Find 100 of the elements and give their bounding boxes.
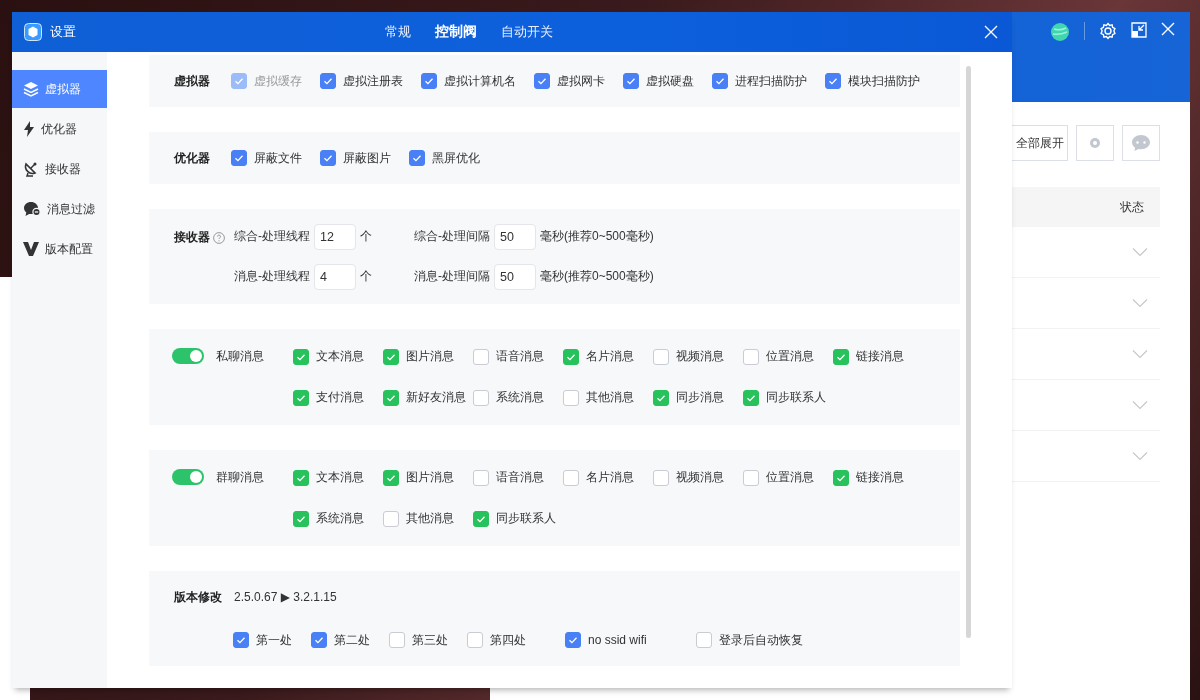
checkbox[interactable] bbox=[743, 389, 759, 406]
checkbox-option[interactable]: 其他消息 bbox=[563, 389, 653, 406]
sidebar-item[interactable]: 接收器 bbox=[12, 150, 107, 188]
checkbox-option[interactable]: 系统消息 bbox=[473, 389, 563, 406]
checkbox[interactable] bbox=[409, 150, 425, 166]
checkbox-option[interactable]: 系统消息 bbox=[293, 510, 383, 527]
tab[interactable]: 常规 bbox=[373, 23, 423, 41]
checkbox[interactable] bbox=[833, 348, 849, 365]
checkbox-option[interactable]: 同步联系人 bbox=[743, 389, 833, 406]
checkbox-option[interactable]: 屏蔽文件 bbox=[231, 149, 302, 167]
checkbox[interactable] bbox=[383, 510, 399, 527]
settings-icon[interactable] bbox=[1099, 22, 1117, 40]
tab[interactable]: 控制阀 bbox=[423, 23, 489, 41]
checkbox-option[interactable]: 同步消息 bbox=[653, 389, 743, 406]
checkbox-option[interactable]: 虚拟硬盘 bbox=[623, 72, 694, 90]
close-icon[interactable] bbox=[984, 25, 998, 39]
checkbox[interactable] bbox=[320, 150, 336, 166]
number-field[interactable]: 50 bbox=[494, 223, 536, 250]
number-field[interactable]: 50 bbox=[494, 263, 536, 290]
checkbox-option[interactable]: 支付消息 bbox=[293, 389, 383, 406]
checkbox-option[interactable]: 图片消息 bbox=[383, 469, 473, 486]
checkbox-option[interactable]: 第四处 bbox=[467, 631, 565, 649]
checkbox[interactable] bbox=[473, 348, 489, 365]
checkbox-option[interactable]: 位置消息 bbox=[743, 348, 833, 365]
checkbox[interactable] bbox=[743, 469, 759, 486]
scrollbar[interactable] bbox=[966, 66, 971, 638]
checkbox-option[interactable]: 其他消息 bbox=[383, 510, 473, 527]
checkbox[interactable] bbox=[653, 348, 669, 365]
checkbox-option[interactable]: 视频消息 bbox=[653, 469, 743, 486]
sidebar-item[interactable]: 消息过滤 bbox=[12, 190, 107, 228]
checkbox-option[interactable]: 进程扫描防护 bbox=[712, 72, 807, 90]
checkbox[interactable] bbox=[563, 389, 579, 406]
chevron-icon[interactable] bbox=[1132, 298, 1148, 308]
checkbox-option[interactable]: 视频消息 bbox=[653, 348, 743, 365]
checkbox-option[interactable]: 虚拟计算机名 bbox=[421, 72, 516, 90]
checkbox-option[interactable]: 链接消息 bbox=[833, 469, 923, 486]
checkbox[interactable] bbox=[743, 348, 759, 365]
checkbox-option[interactable]: 第二处 bbox=[311, 631, 389, 649]
checkbox-option[interactable]: 登录后自动恢复 bbox=[696, 631, 806, 649]
checkbox[interactable] bbox=[389, 632, 405, 648]
checkbox[interactable] bbox=[293, 510, 309, 527]
checkbox[interactable] bbox=[383, 348, 399, 365]
globe-icon[interactable] bbox=[1050, 22, 1070, 42]
chevron-icon[interactable] bbox=[1132, 400, 1148, 410]
checkbox[interactable] bbox=[653, 389, 669, 406]
checkbox-option[interactable]: 语音消息 bbox=[473, 469, 563, 486]
checkbox-option[interactable]: 同步联系人 bbox=[473, 510, 563, 527]
number-field[interactable]: 4 bbox=[314, 263, 356, 290]
checkbox[interactable] bbox=[833, 469, 849, 486]
chevron-icon[interactable] bbox=[1132, 451, 1148, 461]
checkbox-option[interactable]: 语音消息 bbox=[473, 348, 563, 365]
checkbox[interactable] bbox=[293, 389, 309, 406]
checkbox[interactable] bbox=[293, 348, 309, 365]
checkbox[interactable] bbox=[311, 632, 327, 648]
checkbox-option[interactable]: 名片消息 bbox=[563, 348, 653, 365]
checkbox[interactable] bbox=[534, 73, 550, 89]
checkbox[interactable] bbox=[565, 632, 581, 648]
checkbox[interactable] bbox=[231, 150, 247, 166]
checkbox-option[interactable]: no ssid wifi bbox=[565, 631, 696, 649]
toggle-switch[interactable] bbox=[172, 348, 204, 364]
checkbox-option[interactable]: 虚拟注册表 bbox=[320, 72, 403, 90]
toggle-switch[interactable] bbox=[172, 469, 204, 485]
chevron-icon[interactable] bbox=[1132, 247, 1148, 257]
tab[interactable]: 自动开关 bbox=[489, 23, 565, 41]
checkbox[interactable] bbox=[421, 73, 437, 89]
checkbox-option[interactable]: 第三处 bbox=[389, 631, 467, 649]
checkbox-option[interactable]: 图片消息 bbox=[383, 348, 473, 365]
shrink-icon[interactable] bbox=[1131, 22, 1147, 38]
checkbox[interactable] bbox=[233, 632, 249, 648]
chevron-icon[interactable] bbox=[1132, 349, 1148, 359]
checkbox-option[interactable]: 文本消息 bbox=[293, 348, 383, 365]
checkbox[interactable] bbox=[563, 469, 579, 486]
sidebar-item[interactable]: 优化器 bbox=[12, 110, 107, 148]
checkbox-option[interactable]: 链接消息 bbox=[833, 348, 923, 365]
checkbox-option[interactable]: 名片消息 bbox=[563, 469, 653, 486]
checkbox[interactable] bbox=[293, 469, 309, 486]
checkbox[interactable] bbox=[383, 389, 399, 406]
checkbox[interactable] bbox=[320, 73, 336, 89]
checkbox-option[interactable]: 模块扫描防护 bbox=[825, 72, 920, 90]
checkbox[interactable] bbox=[623, 73, 639, 89]
checkbox[interactable] bbox=[473, 389, 489, 406]
checkbox[interactable] bbox=[467, 632, 483, 648]
checkbox-option[interactable]: 位置消息 bbox=[743, 469, 833, 486]
checkbox[interactable] bbox=[383, 469, 399, 486]
chat-button[interactable] bbox=[1122, 125, 1160, 161]
checkbox[interactable] bbox=[712, 73, 728, 89]
checkbox[interactable] bbox=[473, 469, 489, 486]
checkbox[interactable] bbox=[563, 348, 579, 365]
settings-button[interactable] bbox=[1076, 125, 1114, 161]
checkbox[interactable] bbox=[653, 469, 669, 486]
checkbox[interactable] bbox=[825, 73, 841, 89]
number-field[interactable]: 12 bbox=[314, 223, 356, 250]
checkbox[interactable] bbox=[696, 632, 712, 648]
close-icon[interactable] bbox=[1161, 22, 1175, 36]
checkbox-option[interactable]: 虚拟网卡 bbox=[534, 72, 605, 90]
help-icon[interactable] bbox=[213, 231, 225, 244]
checkbox-option[interactable]: 文本消息 bbox=[293, 469, 383, 486]
checkbox-option[interactable]: 黑屏优化 bbox=[409, 149, 480, 167]
checkbox-option[interactable]: 第一处 bbox=[233, 631, 311, 649]
checkbox-option[interactable]: 新好友消息 bbox=[383, 389, 473, 406]
